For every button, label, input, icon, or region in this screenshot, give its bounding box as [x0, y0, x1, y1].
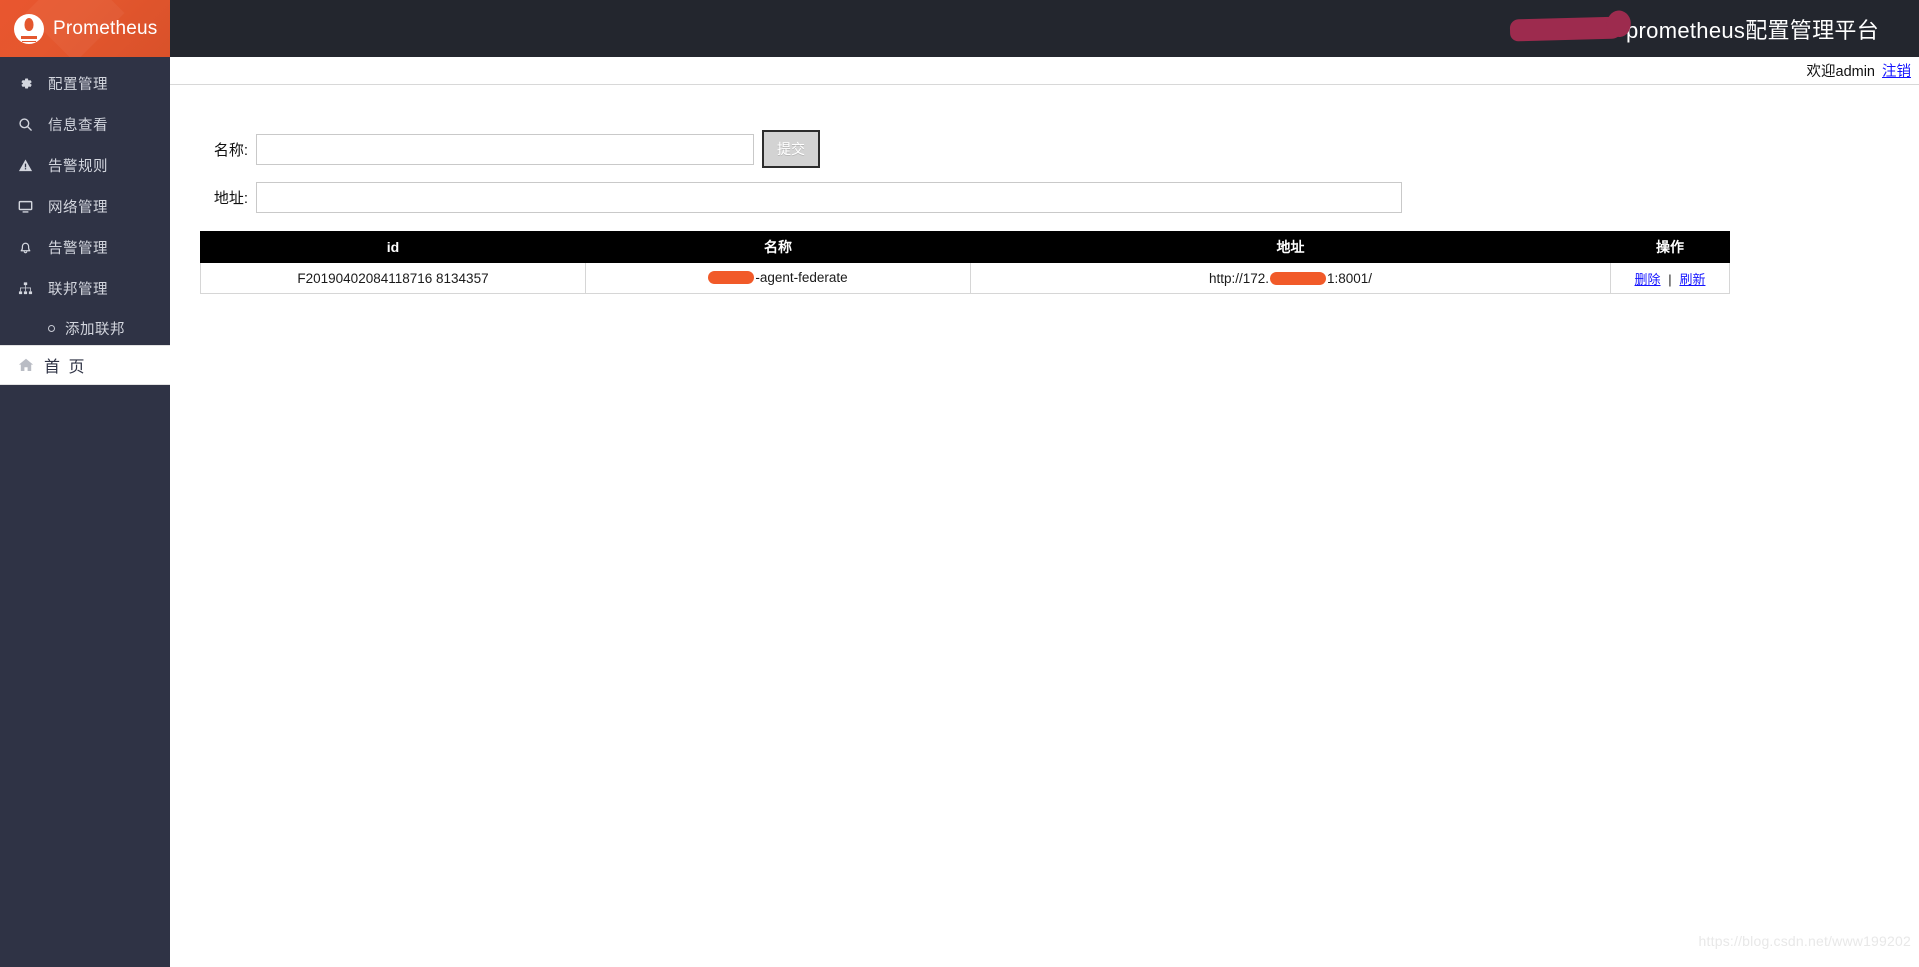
table-body: F20190402084118716 8134357 -agent-federa…	[200, 262, 1730, 294]
sidebar-item-alert-management[interactable]: 告警管理	[0, 227, 170, 268]
cell-address: http://172. 1:8001/	[970, 262, 1611, 294]
action-separator: |	[1668, 271, 1672, 287]
sitemap-icon	[18, 281, 40, 296]
sidebar-item-label: 配置管理	[48, 77, 108, 93]
sidebar-subitem-label: 添加联邦	[65, 321, 125, 338]
cell-name-text: -agent-federate	[755, 269, 848, 285]
refresh-link[interactable]: 刷新	[1679, 272, 1705, 287]
sidebar-item-label: 信息查看	[48, 118, 108, 134]
name-input[interactable]	[256, 133, 754, 165]
table-header: id 名称 地址 操作	[200, 231, 1730, 263]
top-header-bar: prometheus配置管理平台	[170, 0, 1919, 57]
redacted-address-block	[1270, 271, 1326, 285]
sidebar-subitem-add-federation[interactable]: 添加联邦	[0, 309, 170, 347]
sidebar-item-home[interactable]: 首 页	[0, 345, 170, 385]
top-header-title-group: prometheus配置管理平台	[1509, 13, 1879, 45]
bell-icon	[18, 240, 40, 255]
name-form-row: 名称: 提交	[200, 130, 1919, 168]
page-title: prometheus配置管理平台	[1626, 17, 1879, 43]
sidebar-item-label: 告警规则	[48, 159, 108, 175]
cell-name: -agent-federate	[585, 262, 971, 294]
sidebar-item-label: 告警管理	[48, 241, 108, 257]
name-label: 名称:	[213, 141, 248, 159]
brand-header[interactable]: Prometheus	[0, 0, 170, 57]
delete-link[interactable]: 删除	[1635, 272, 1661, 287]
welcome-bar: 欢迎admin 注销	[170, 57, 1919, 85]
sidebar-item-home-label: 首 页	[44, 359, 87, 376]
sidebar-item-network-management[interactable]: 网络管理	[0, 186, 170, 227]
watermark: https://blog.csdn.net/www199202	[1698, 933, 1911, 949]
cell-actions: 删除 | 刷新	[1610, 262, 1730, 294]
home-icon	[18, 357, 34, 373]
logout-link[interactable]: 注销	[1882, 60, 1911, 81]
address-form-row: 地址:	[200, 182, 1919, 213]
search-icon	[18, 117, 40, 132]
cell-id: F20190402084118716 8134357	[200, 262, 586, 294]
table-header-row: id 名称 地址 操作	[200, 231, 1730, 263]
sidebar-item-federation-management[interactable]: 联邦管理	[0, 268, 170, 309]
address-input[interactable]	[256, 182, 1402, 213]
gear-icon	[18, 76, 40, 91]
column-header-id[interactable]: id	[200, 231, 586, 263]
submit-button[interactable]: 提交	[762, 130, 820, 168]
welcome-greeting: 欢迎admin	[1806, 64, 1876, 80]
warning-triangle-icon	[18, 158, 40, 173]
circle-bullet-icon	[48, 324, 55, 332]
federation-table: id 名称 地址 操作 F20190402084118716 8134357 -…	[200, 231, 1730, 294]
address-label: 地址:	[213, 190, 248, 207]
column-header-name[interactable]: 名称	[585, 231, 971, 263]
main-content: 名称: 提交 地址: id 名称 地址 操作 F2019040208411871…	[170, 86, 1919, 967]
sidebar-item-info-view[interactable]: 信息查看	[0, 104, 170, 145]
prometheus-torch-icon	[14, 13, 44, 44]
sidebar-item-label: 联邦管理	[48, 282, 108, 298]
cell-address-suffix: 1:8001/	[1327, 270, 1373, 286]
column-header-address[interactable]: 地址	[970, 231, 1611, 263]
app-root: Prometheus 配置管理 信息查看 告警规则 网络管理 告警管理 联邦管理…	[0, 0, 1919, 967]
sidebar-item-alert-rules[interactable]: 告警规则	[0, 145, 170, 186]
sidebar: Prometheus 配置管理 信息查看 告警规则 网络管理 告警管理 联邦管理…	[0, 0, 170, 967]
sidebar-item-config-management[interactable]: 配置管理	[0, 63, 170, 104]
redacted-name-block	[708, 270, 755, 284]
sidebar-nav: 配置管理 信息查看 告警规则 网络管理 告警管理 联邦管理 添加联邦	[0, 57, 170, 347]
table-row: F20190402084118716 8134357 -agent-federa…	[200, 262, 1730, 294]
monitor-icon	[18, 199, 40, 214]
brand-name: Prometheus	[53, 17, 158, 39]
redacted-logo-block	[1509, 16, 1623, 41]
cell-address-prefix: http://172.	[1208, 270, 1269, 286]
sidebar-item-label: 网络管理	[48, 200, 108, 216]
column-header-action[interactable]: 操作	[1610, 231, 1730, 263]
